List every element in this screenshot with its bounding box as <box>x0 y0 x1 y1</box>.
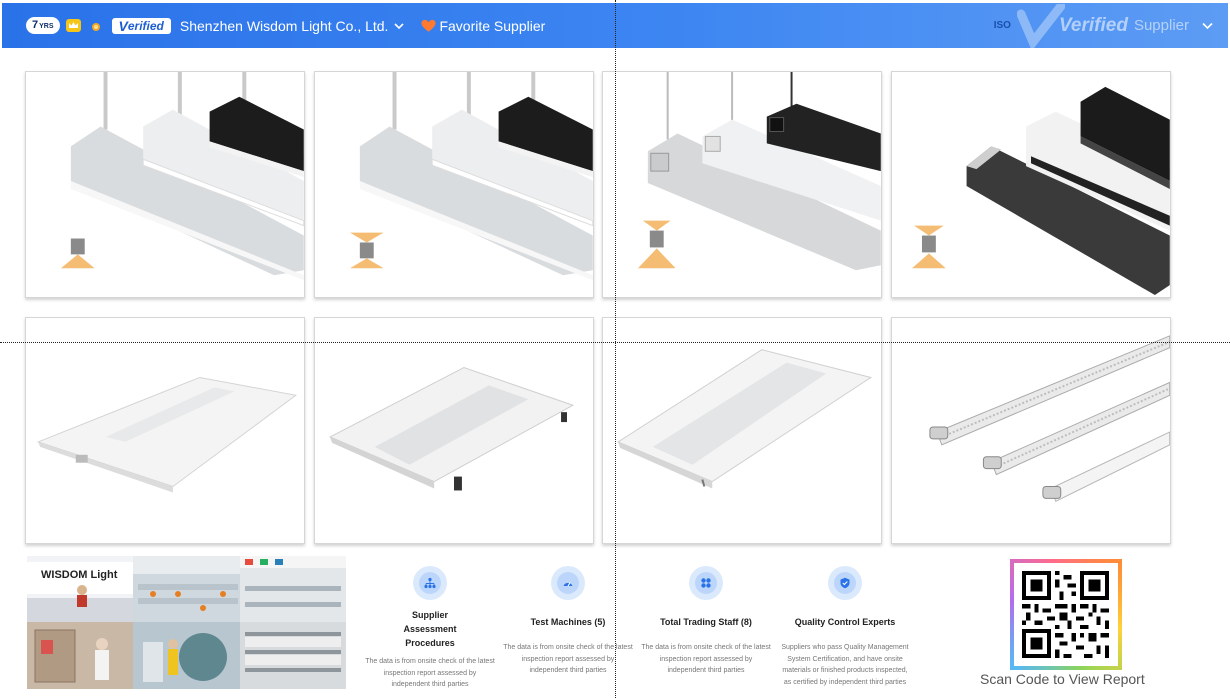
scan-code-label: Scan Code to View Report <box>980 671 1145 687</box>
verified-badge-label: erified <box>127 18 164 33</box>
production-line-image <box>240 556 346 622</box>
gold-crown-icon <box>65 19 81 32</box>
team-icon <box>701 578 711 588</box>
supplier-text: Supplier <box>1133 17 1189 34</box>
product-image <box>349 72 593 281</box>
years-suffix: YRS <box>39 23 54 30</box>
product-card-led-tube[interactable] <box>891 317 1171 544</box>
verified-v-icon: V <box>118 17 128 34</box>
stat-desc-line: inspection report assessed by <box>659 655 753 663</box>
chevron-down-icon[interactable] <box>1201 19 1214 32</box>
reception-image: WISDOM Light <box>27 556 133 622</box>
chevron-down-icon[interactable] <box>393 20 405 32</box>
stat-description: The data is from onsite check of the lat… <box>636 642 776 677</box>
stat-desc-line: independent third parties <box>529 667 607 674</box>
product-card-troffer-2[interactable] <box>314 317 594 544</box>
stat-desc-line: inspection report assessed by <box>521 655 615 663</box>
stat-icon-circle <box>413 566 447 600</box>
product-card-linear-pendant-2[interactable] <box>314 71 594 298</box>
years-value: 7 <box>32 19 39 31</box>
product-image <box>36 376 298 493</box>
stat-icon-circle <box>689 566 723 600</box>
stat-desc-line: as certified by independent third partie… <box>783 678 907 686</box>
product-image <box>912 86 1170 296</box>
product-card-linear-pendant-3[interactable] <box>602 71 882 298</box>
factory-photo-integrating-sphere <box>133 622 240 689</box>
factory-photo-collage[interactable]: WISDOM Light <box>27 556 346 689</box>
shield-check-icon <box>840 577 850 589</box>
stat-desc-line: independent third parties <box>391 681 469 688</box>
product-image <box>60 72 304 281</box>
stat-description: The data is from onsite check of the lat… <box>360 656 500 691</box>
factory-photo-production-line <box>240 556 346 622</box>
stat-desc-line: materials or finished products inspected… <box>782 667 908 674</box>
hierarchy-icon <box>424 577 436 589</box>
verified-big-suffix: erified <box>1070 14 1128 36</box>
product-card-troffer-1[interactable] <box>25 317 305 544</box>
product-card-troffer-3[interactable] <box>602 317 882 544</box>
product-image <box>328 367 575 491</box>
years-badge: 7 YRS <box>26 17 60 34</box>
stat-icon-circle <box>828 566 862 600</box>
product-card-linear-pendant-4[interactable] <box>891 71 1171 298</box>
dotted-guide-vertical <box>615 0 616 698</box>
stat-supplier-assessment[interactable]: Supplier Assessment Procedures The data … <box>360 566 500 691</box>
large-verified-check-icon <box>1016 3 1065 48</box>
stat-desc-line: System Certification, and have onsite <box>787 655 903 663</box>
verified-supplier-badge[interactable]: ISO Verified Supplier <box>994 3 1214 48</box>
stat-desc-line: Suppliers who pass Quality Management <box>781 644 909 651</box>
stat-quality-control[interactable]: Quality Control Experts Suppliers who pa… <box>775 566 915 688</box>
warehouse-image <box>240 622 346 689</box>
stat-description: The data is from onsite check of the lat… <box>498 642 638 677</box>
verified-badge[interactable]: V erified <box>111 17 171 34</box>
product-image <box>637 72 881 271</box>
factory-photo-reception: WISDOM Light <box>27 556 133 622</box>
stat-title: Quality Control Experts <box>794 617 896 627</box>
medal-icon <box>91 22 100 31</box>
stat-icon-circle <box>551 566 585 600</box>
factory-photo-aging-test <box>27 622 133 689</box>
stat-desc-line: independent third parties <box>667 667 745 674</box>
factory-photo-warehouse <box>240 622 346 689</box>
iso-label: ISO <box>993 20 1011 31</box>
company-name-link[interactable]: Shenzhen Wisdom Light Co., Ltd. <box>180 18 389 34</box>
stat-desc-line: The data is from onsite check of the lat… <box>365 658 495 665</box>
aging-test-image <box>27 622 133 689</box>
stat-description: Suppliers who pass Quality Management Sy… <box>775 642 915 688</box>
stat-desc-line: The data is from onsite check of the lat… <box>503 644 633 651</box>
heart-icon[interactable] <box>421 19 436 33</box>
factory-photo-workshop <box>133 556 240 622</box>
dotted-guide-horizontal <box>0 342 1230 343</box>
stat-desc-line: inspection report assessed by <box>383 669 477 677</box>
product-image <box>929 335 1170 503</box>
favorite-supplier-button[interactable]: Favorite Supplier <box>439 18 545 34</box>
report-qr-code[interactable] <box>1010 559 1122 670</box>
product-image <box>617 349 873 489</box>
stat-title: Test Machines (5) <box>530 617 606 627</box>
product-card-linear-pendant-1[interactable] <box>25 71 305 298</box>
workshop-image <box>133 556 240 622</box>
gauge-icon <box>563 582 573 587</box>
stat-desc-line: The data is from onsite check of the lat… <box>641 644 771 651</box>
logo-text: WISDOM Light <box>41 569 118 581</box>
stat-trading-staff[interactable]: Total Trading Staff (8) The data is from… <box>636 566 776 677</box>
stat-title: Supplier Assessment Procedures <box>403 610 457 648</box>
stat-test-machines[interactable]: Test Machines (5) The data is from onsit… <box>498 566 638 677</box>
stat-title: Total Trading Staff (8) <box>660 617 752 627</box>
verified-big-text: Verified <box>1058 14 1128 36</box>
qr-code-icon <box>1022 571 1109 658</box>
integrating-sphere-image <box>133 622 240 689</box>
qr-code-inner <box>1014 563 1118 666</box>
